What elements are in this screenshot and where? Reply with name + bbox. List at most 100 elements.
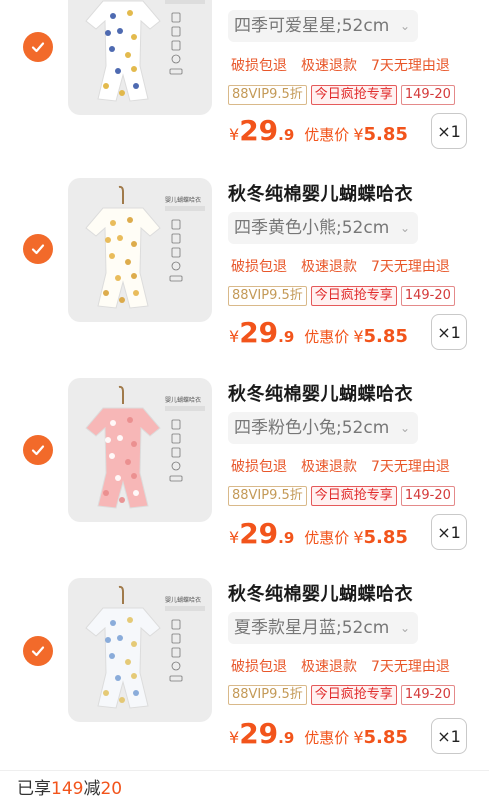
price-row: ¥29.9 优惠价 ¥5.85 <box>229 717 408 750</box>
discount-label: 优惠价 <box>304 328 350 346</box>
item-checkbox[interactable] <box>23 32 53 62</box>
checkmark-icon <box>31 42 45 53</box>
quantity-button[interactable]: ×1 <box>431 113 467 149</box>
quantity-button[interactable]: ×1 <box>431 314 467 350</box>
currency-symbol: ¥ <box>229 728 240 747</box>
service-tag: 破损包退 <box>231 459 287 475</box>
summary-threshold: 149 <box>51 779 84 799</box>
promo-badges: 88VIP9.5折 今日疯抢专享 149-20 <box>228 85 455 105</box>
cart-item: 婴儿蝴蝶哈衣 秋冬纯棉婴儿蝴蝶哈衣 四季粉色小兔;52cm ⌄ 破损包退 极速退款… <box>0 350 489 550</box>
sku-text: 四季黄色小熊;52cm <box>234 218 390 238</box>
chevron-down-icon: ⌄ <box>399 621 410 635</box>
service-tag: 极速退款 <box>301 459 357 475</box>
chevron-down-icon: ⌄ <box>399 221 410 235</box>
price-row: ¥29.9 优惠价 ¥5.85 <box>229 517 408 550</box>
sku-selector[interactable]: 夏季款星月蓝;52cm ⌄ <box>228 612 418 644</box>
sku-text: 四季可爱星星;52cm <box>234 16 390 36</box>
service-tag: 7天无理由退 <box>371 259 450 275</box>
price-integer: 29 <box>239 316 279 349</box>
service-tags: 破损包退 极速退款 7天无理由退 <box>231 55 464 75</box>
price-decimal: .9 <box>278 729 295 747</box>
service-tag: 破损包退 <box>231 259 287 275</box>
quantity-button[interactable]: ×1 <box>431 718 467 754</box>
svg-text:婴儿蝴蝶哈衣: 婴儿蝴蝶哈衣 <box>165 196 201 204</box>
service-tags: 破损包退 极速退款 7天无理由退 <box>231 656 464 676</box>
discount-currency: ¥ <box>353 528 364 547</box>
quantity-button[interactable]: ×1 <box>431 514 467 550</box>
chevron-down-icon: ⌄ <box>399 19 410 33</box>
sku-text: 四季粉色小兔;52cm <box>234 418 390 438</box>
item-checkbox[interactable] <box>23 234 53 264</box>
sku-selector[interactable]: 四季粉色小兔;52cm ⌄ <box>228 412 418 444</box>
promo-badges: 88VIP9.5折 今日疯抢专享 149-20 <box>228 685 455 705</box>
service-tag: 极速退款 <box>301 259 357 275</box>
coupon-badge: 149-20 <box>400 486 455 506</box>
romper-image: 婴儿蝴蝶哈衣 <box>85 385 205 509</box>
discount-amount: 5.85 <box>363 326 408 347</box>
product-title[interactable]: 秋冬纯棉婴儿蝴蝶哈衣 <box>228 380 413 406</box>
cart-item: 婴儿蝴蝶哈衣 秋冬纯棉婴儿蝴蝶哈衣 夏季款星月蓝;52cm ⌄ 破损包退 极速退款… <box>0 550 489 754</box>
price-row: ¥29.9 优惠价 ¥5.85 <box>229 114 408 147</box>
product-thumbnail[interactable]: 婴儿蝴蝶哈衣 <box>68 178 212 322</box>
discount-label: 优惠价 <box>304 729 350 747</box>
vip-badge: 88VIP9.5折 <box>228 286 307 306</box>
coupon-badge: 149-20 <box>400 685 455 705</box>
service-tag: 极速退款 <box>301 58 357 74</box>
price-row: ¥29.9 优惠价 ¥5.85 <box>229 316 408 349</box>
discount-amount: 5.85 <box>363 727 408 748</box>
sale-badge: 今日疯抢专享 <box>310 85 397 105</box>
service-tag: 7天无理由退 <box>371 659 450 675</box>
item-checkbox[interactable] <box>23 435 53 465</box>
price-decimal: .9 <box>278 328 295 346</box>
checkmark-icon <box>31 445 45 456</box>
discount-label: 优惠价 <box>304 126 350 144</box>
romper-image: 婴儿蝴蝶哈衣 <box>85 585 205 709</box>
service-tag: 7天无理由退 <box>371 459 450 475</box>
discount-label: 优惠价 <box>304 529 350 547</box>
romper-image: 婴儿蝴蝶哈衣 <box>85 185 205 309</box>
product-thumbnail[interactable]: 婴儿蝴蝶哈衣 <box>68 378 212 522</box>
sku-selector[interactable]: 四季黄色小熊;52cm ⌄ <box>228 212 418 244</box>
currency-symbol: ¥ <box>229 327 240 346</box>
product-title[interactable]: 秋冬纯棉婴儿蝴蝶哈衣 <box>228 180 413 206</box>
service-tag: 破损包退 <box>231 659 287 675</box>
currency-symbol: ¥ <box>229 528 240 547</box>
coupon-badge: 149-20 <box>400 286 455 306</box>
summary-mid: 减 <box>83 779 101 799</box>
checkmark-icon <box>31 646 45 657</box>
price-integer: 29 <box>239 717 279 750</box>
price-integer: 29 <box>239 114 279 147</box>
sku-text: 夏季款星月蓝;52cm <box>234 618 390 638</box>
sku-selector[interactable]: 四季可爱星星;52cm ⌄ <box>228 10 418 42</box>
service-tag: 极速退款 <box>301 659 357 675</box>
price-decimal: .9 <box>278 529 295 547</box>
discount-currency: ¥ <box>353 327 364 346</box>
promo-badges: 88VIP9.5折 今日疯抢专享 149-20 <box>228 286 455 306</box>
summary-reduction: 20 <box>100 779 123 799</box>
summary-prefix: 已享 <box>17 779 51 799</box>
svg-text:婴儿蝴蝶哈衣: 婴儿蝴蝶哈衣 <box>165 396 201 404</box>
sale-badge: 今日疯抢专享 <box>310 685 397 705</box>
sale-badge: 今日疯抢专享 <box>310 486 397 506</box>
product-thumbnail[interactable]: 婴儿蝴蝶哈衣 <box>68 0 212 115</box>
service-tags: 破损包退 极速退款 7天无理由退 <box>231 256 464 276</box>
romper-image: 婴儿蝴蝶哈衣 <box>85 0 205 102</box>
product-title[interactable]: 秋冬纯棉婴儿蝴蝶哈衣 <box>228 580 413 606</box>
price-integer: 29 <box>239 517 279 550</box>
service-tag: 7天无理由退 <box>371 58 450 74</box>
sale-badge: 今日疯抢专享 <box>310 286 397 306</box>
item-checkbox[interactable] <box>23 636 53 666</box>
vip-badge: 88VIP9.5折 <box>228 685 307 705</box>
coupon-badge: 149-20 <box>400 85 455 105</box>
discount-amount: 5.85 <box>363 124 408 145</box>
discount-summary: 已享149减20 <box>17 774 122 799</box>
promo-badges: 88VIP9.5折 今日疯抢专享 149-20 <box>228 486 455 506</box>
discount-currency: ¥ <box>353 125 364 144</box>
service-tags: 破损包退 极速退款 7天无理由退 <box>231 456 464 476</box>
vip-badge: 88VIP9.5折 <box>228 486 307 506</box>
vip-badge: 88VIP9.5折 <box>228 85 307 105</box>
product-thumbnail[interactable]: 婴儿蝴蝶哈衣 <box>68 578 212 722</box>
price-decimal: .9 <box>278 126 295 144</box>
discount-currency: ¥ <box>353 728 364 747</box>
discount-amount: 5.85 <box>363 527 408 548</box>
